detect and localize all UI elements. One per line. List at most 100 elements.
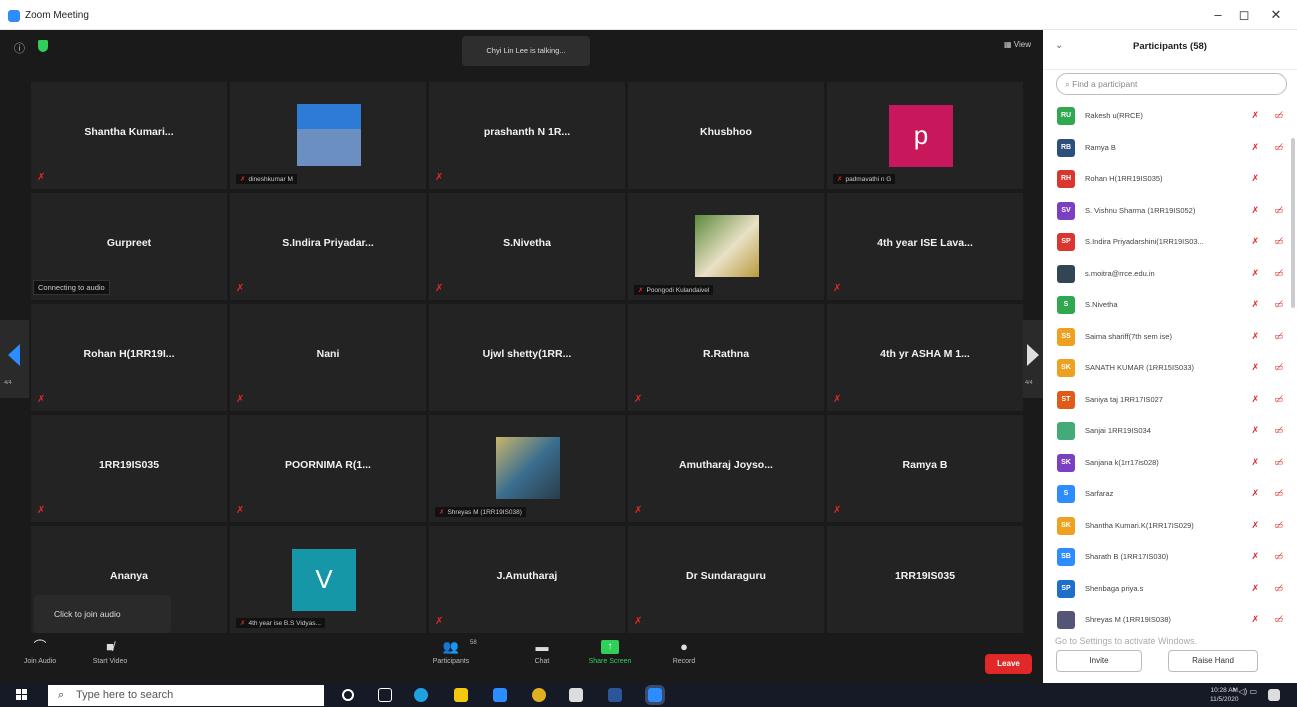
video-tile[interactable]: Nani ✗ xyxy=(230,304,426,411)
join-audio-tooltip[interactable]: Click to join audio xyxy=(34,595,171,633)
participant-row[interactable]: SS Saima shariff(7th sem ise) ✗ ▭̸ xyxy=(1043,321,1297,353)
maximize-button[interactable]: ◻ xyxy=(1234,7,1254,23)
taskbar-search-box[interactable]: ⌕ Type here to search xyxy=(48,685,324,706)
participant-tile-name: Amutharaj Joyso... xyxy=(679,459,773,471)
video-tile[interactable]: S.Nivetha ✗ xyxy=(429,193,625,300)
participant-tile-caption: ✗ padmavathi n G xyxy=(833,174,896,184)
video-tile[interactable]: Shantha Kumari... ✗ xyxy=(31,82,227,189)
share-screen-button[interactable]: ↑ Share Screen xyxy=(583,640,637,665)
zoom-taskbar-icon[interactable] xyxy=(648,688,662,702)
participant-row[interactable]: RB Ramya B ✗ ▭̸ xyxy=(1043,132,1297,164)
video-tile[interactable]: 4th yr ASHA M 1... ✗ xyxy=(827,304,1023,411)
start-video-button[interactable]: ■̸ Start Video xyxy=(88,640,132,666)
participant-initials-avatar: SB xyxy=(1057,548,1075,566)
video-tile[interactable]: ✗ dineshkumar M xyxy=(230,82,426,189)
video-tile[interactable]: 1RR19IS035 xyxy=(827,526,1023,633)
title-bar: Zoom Meeting – ◻ ✕ xyxy=(0,0,1297,30)
edge-icon[interactable] xyxy=(414,688,428,702)
video-off-icon: ▭̸ xyxy=(1274,488,1283,498)
participant-name: Sarfaraz xyxy=(1085,489,1114,498)
video-tile[interactable]: ✗ Shreyas M (1RR19IS038) xyxy=(429,415,625,522)
mic-muted-icon: ✗ xyxy=(439,509,445,516)
participant-search-input[interactable]: ⌕ Find a participant xyxy=(1056,73,1287,95)
mic-muted-icon: ✗ xyxy=(240,620,246,627)
profile-photo xyxy=(695,215,759,277)
participant-row[interactable]: SV S. Vishnu Sharma (1RR19IS052) ✗ ▭̸ xyxy=(1043,195,1297,227)
video-tile[interactable]: J.Amutharaj ✗ xyxy=(429,526,625,633)
participant-row[interactable]: S S.Nivetha ✗ ▭̸ xyxy=(1043,289,1297,321)
windows-start-button[interactable] xyxy=(16,689,28,701)
start-video-label: Start Video xyxy=(92,658,128,665)
video-off-icon: ▭̸ xyxy=(1274,551,1283,561)
join-audio-button[interactable]: ⌒ Join Audio xyxy=(20,640,60,666)
search-icon: ⌕ xyxy=(58,689,65,701)
previous-page-button[interactable]: 4/4 xyxy=(0,320,29,398)
word-icon[interactable] xyxy=(608,688,622,702)
participant-tile-name: prashanth N 1R... xyxy=(483,126,571,138)
participant-row[interactable]: RU Rakesh u(RRCE) ✗ ▭̸ xyxy=(1043,100,1297,132)
participant-row[interactable]: SP S.Indira Priyadarshini(1RR19IS03... ✗ ▭̸ xyxy=(1043,226,1297,258)
record-button[interactable]: ● Record xyxy=(664,640,704,666)
file-explorer-icon[interactable] xyxy=(454,688,468,702)
participant-row[interactable]: ST Saniya taj 1RR17IS027 ✗ ▭̸ xyxy=(1043,384,1297,416)
shield-icon[interactable] xyxy=(38,40,48,52)
participant-row[interactable]: Sanjai 1RR19IS034 ✗ ▭̸ xyxy=(1043,415,1297,447)
video-tile[interactable]: p ✗ padmavathi n G xyxy=(827,82,1023,189)
video-tile[interactable]: Ramya B ✗ xyxy=(827,415,1023,522)
participant-row[interactable]: SK SANATH KUMAR (1RR15IS033) ✗ ▭̸ xyxy=(1043,352,1297,384)
participant-initials-avatar: SK xyxy=(1057,516,1075,535)
video-tile[interactable]: Khusbhoo xyxy=(628,82,824,189)
participant-name: S. Vishnu Sharma (1RR19IS052) xyxy=(1085,205,1196,215)
store-icon[interactable] xyxy=(569,688,583,702)
participant-row[interactable]: SB Sharath B (1RR17IS030) ✗ ▭̸ xyxy=(1043,541,1297,573)
video-tile[interactable]: Amutharaj Joyso... ✗ xyxy=(628,415,824,522)
video-tile[interactable]: Dr Sundaraguru ✗ xyxy=(628,526,824,633)
caption-name: 4th year ise B.S Vidyas... xyxy=(248,620,321,627)
taskbar-clock[interactable]: 10:28 AM 11/5/2020 xyxy=(1210,686,1238,704)
video-tile[interactable]: ✗ Poongodi Kulandaivel xyxy=(628,193,824,300)
participant-list-scrollbar[interactable] xyxy=(1291,138,1295,308)
participant-row[interactable]: RH Rohan H(1RR19IS035) ✗ xyxy=(1043,163,1297,195)
participant-name: S.Indira Priyadarshini(1RR19IS03... xyxy=(1085,237,1204,246)
chat-button[interactable]: ▬ Chat xyxy=(525,640,559,666)
mic-muted-icon: ✗ xyxy=(634,505,643,516)
video-tile[interactable]: Ujwl shetty(1RR... xyxy=(429,304,625,411)
participant-row[interactable]: s.moitra@rrce.edu.in ✗ ▭̸ xyxy=(1043,258,1297,290)
mail-icon[interactable] xyxy=(493,688,507,702)
close-button[interactable]: ✕ xyxy=(1266,7,1286,23)
view-button[interactable]: ▦ View xyxy=(1004,40,1031,49)
video-tile[interactable]: Gurpreet Connecting to audio xyxy=(31,193,227,300)
video-tile[interactable]: R.Rathna ✗ xyxy=(628,304,824,411)
participant-row[interactable]: SK Shantha Kumari.K(1RR17IS029) ✗ ▭̸ xyxy=(1043,510,1297,542)
mic-muted-icon: ✗ xyxy=(833,283,842,294)
chrome-icon[interactable] xyxy=(532,688,546,702)
minimize-button[interactable]: – xyxy=(1208,7,1228,22)
participant-tile-name: Nani xyxy=(316,348,340,360)
participant-initials-avatar: RB xyxy=(1057,138,1075,157)
next-page-button[interactable]: 4/4 xyxy=(1021,320,1043,398)
video-tile[interactable]: V ✗ 4th year ise B.S Vidyas... xyxy=(230,526,426,633)
participant-row[interactable]: S Sarfaraz ✗ ▭̸ xyxy=(1043,478,1297,510)
mic-muted-icon: ✗ xyxy=(1251,267,1259,278)
notification-icon[interactable] xyxy=(1268,689,1280,701)
participant-row[interactable]: SK Sanjana k(1rr17is028) ✗ ▭̸ xyxy=(1043,447,1297,479)
participant-tile-name: Ujwl shetty(1RR... xyxy=(482,348,572,360)
participants-button[interactable]: 👥 Participants xyxy=(426,640,476,666)
video-tile[interactable]: S.Indira Priyadar... ✗ xyxy=(230,193,426,300)
video-tile[interactable]: Rohan H(1RR19I... ✗ xyxy=(31,304,227,411)
cortana-icon[interactable] xyxy=(342,689,354,701)
participant-row[interactable]: SP Shenbaga priya.s ✗ ▭̸ xyxy=(1043,573,1297,605)
windows-taskbar: ⌕ Type here to search ^ ◁) ▭ 10:28 AM 11… xyxy=(0,683,1297,707)
invite-button[interactable]: Invite xyxy=(1056,650,1142,672)
video-tile[interactable]: prashanth N 1R... ✗ xyxy=(429,82,625,189)
leave-button[interactable]: Leave xyxy=(985,654,1032,674)
info-icon[interactable]: ⓘ xyxy=(14,40,25,56)
profile-photo xyxy=(297,104,361,166)
video-tile[interactable]: 1RR19IS035 ✗ xyxy=(31,415,227,522)
video-tile[interactable]: POORNIMA R(1... ✗ xyxy=(230,415,426,522)
participant-tile-caption: ✗ dineshkumar M xyxy=(236,174,297,184)
raise-hand-button[interactable]: Raise Hand xyxy=(1168,650,1258,672)
chat-label: Chat xyxy=(534,658,550,665)
task-view-icon[interactable] xyxy=(378,688,392,702)
video-tile[interactable]: 4th year ISE Lava... ✗ xyxy=(827,193,1023,300)
